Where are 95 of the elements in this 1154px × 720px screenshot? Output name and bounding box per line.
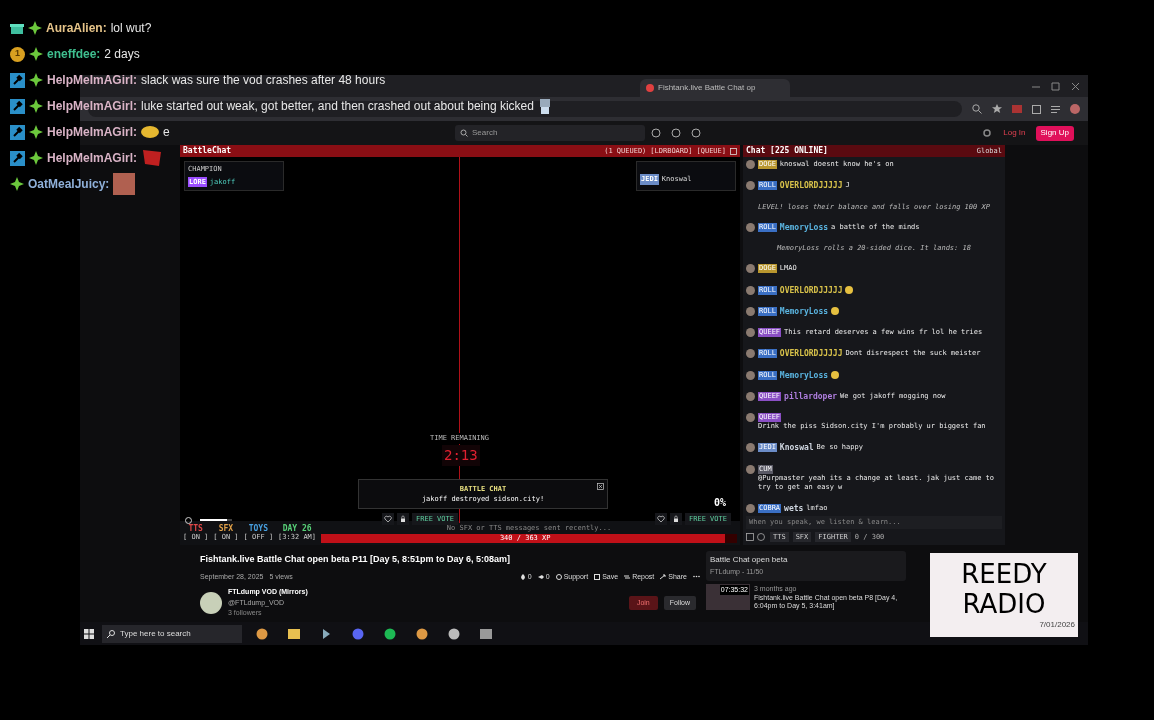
taskbar-search[interactable]: Type here to search	[102, 624, 242, 643]
chat-username: wets	[784, 504, 804, 513]
chat-message: luke started out weak, got better, and then crashed out about being kicked	[141, 98, 534, 115]
chat-username: pillardoper	[784, 391, 838, 401]
signup-button[interactable]: Sign Up	[1035, 125, 1074, 141]
panel-title: BattleChat	[183, 145, 232, 157]
sparkle-icon	[29, 125, 43, 139]
chat-username: OVERLORDJJJJJ	[779, 285, 843, 295]
playlist-icon	[1051, 105, 1060, 113]
avatar	[746, 349, 755, 359]
sparkle-icon	[29, 99, 43, 113]
avatar	[746, 443, 755, 453]
toggle-label: DAY 26	[282, 524, 312, 533]
chat-title: Chat [225 ONLINE]	[746, 145, 828, 157]
chat-message: e	[163, 124, 170, 141]
folder-icon[interactable]	[288, 627, 300, 640]
chat-username: MemoryLoss	[779, 370, 829, 380]
window-controls-icon	[1030, 80, 1080, 94]
avatar	[746, 328, 755, 338]
hammer-icon	[10, 150, 25, 166]
chat-username: OVERLORDJJJJJ	[779, 349, 843, 359]
gift-icon	[10, 21, 24, 35]
sparkle-icon	[10, 177, 24, 191]
toggle-label: TTS	[188, 524, 203, 533]
chat-username: AuraAlien:	[46, 20, 107, 37]
browser-tab[interactable]: Fishtank.live Battle Chat op	[640, 79, 790, 97]
countdown-timer: 2:13	[442, 445, 480, 466]
chat-username: Knoswal	[779, 443, 814, 453]
avatar	[746, 160, 755, 169]
avatar	[746, 391, 755, 401]
sparkle-icon	[29, 47, 43, 61]
chat-username: HelpMeImAGirl:	[47, 150, 137, 167]
browser-app-icon[interactable]	[416, 627, 428, 640]
star-icon	[992, 104, 1002, 114]
sparkle-icon	[29, 151, 43, 165]
percent-label: 0%	[713, 496, 726, 510]
chat-message: lol wut?	[110, 20, 152, 37]
zoom-icon	[972, 104, 982, 114]
chat-username: OVERLORDJJJJJ	[779, 181, 843, 191]
login-link[interactable]: Log In	[1003, 127, 1026, 139]
channel-avatar	[200, 591, 222, 614]
chat-username: HelpMeImAGirl:	[47, 124, 137, 141]
hammer-icon	[10, 72, 25, 88]
blob-emote-icon	[141, 126, 159, 138]
close-icon	[730, 147, 737, 155]
extension-badge-icon	[1012, 105, 1022, 113]
close-icon[interactable]	[597, 483, 604, 490]
hammer-icon	[10, 98, 25, 114]
avatar	[746, 306, 755, 316]
toggle-label: SFX	[218, 524, 234, 533]
share-icon	[660, 573, 667, 580]
browser-app-icon[interactable]	[256, 627, 268, 640]
video-title: Fishtank.live Battle Chat open beta P11 [Day 5, 8:51pm to Day 6, 5:08am]	[200, 553, 512, 566]
chat-username: OatMealJuicy:	[28, 176, 110, 193]
avatar	[746, 181, 755, 191]
hammer-icon	[10, 124, 25, 140]
logo-date: 7/01/2026	[1039, 619, 1075, 631]
avatar	[746, 285, 755, 295]
logo-text: REEDY RADIO	[960, 559, 1048, 619]
windows-start-icon	[84, 628, 94, 639]
chat-username: MemoryLoss	[779, 306, 829, 316]
chat-message: 2 days	[104, 46, 140, 63]
coin-badge: 1	[10, 46, 25, 62]
avatar	[746, 222, 755, 232]
sparkle-icon	[29, 73, 43, 87]
search-icon	[107, 629, 115, 638]
sticker-icon	[141, 148, 163, 168]
avatar	[746, 370, 755, 380]
toggle-label: TOYS	[248, 524, 268, 533]
chat-username: HelpMeImAGirl:	[47, 98, 137, 115]
chat-username: HelpMeImAGirl:	[47, 72, 137, 89]
settings-icon	[983, 129, 992, 137]
support-icon	[555, 573, 562, 580]
play-app-icon[interactable]	[320, 627, 332, 640]
music-app-icon[interactable]	[384, 627, 396, 640]
avatar	[746, 504, 755, 513]
window-app-icon[interactable]	[480, 627, 492, 640]
photo-placeholder	[113, 173, 136, 195]
fire-icon	[519, 573, 526, 580]
playlist-title: Battle Chat open beta	[710, 554, 789, 566]
profile-avatar-icon	[1070, 104, 1080, 114]
chat-app-icon[interactable]	[352, 627, 364, 640]
avatar	[746, 464, 755, 474]
avatar	[746, 264, 755, 274]
more-icon	[693, 575, 700, 579]
chat-username: MemoryLoss	[779, 222, 829, 232]
chat-message: slack was sure the vod crashes after 48 hours	[141, 72, 386, 89]
repost-icon	[624, 573, 631, 580]
search-icon	[460, 129, 468, 137]
save-icon	[594, 573, 601, 580]
chat-username: eneffdee:	[47, 46, 101, 63]
search-field[interactable]: Search	[455, 125, 645, 141]
sparkle-icon	[28, 21, 42, 35]
avatar	[746, 413, 755, 423]
robot-sprite-icon	[537, 97, 552, 115]
